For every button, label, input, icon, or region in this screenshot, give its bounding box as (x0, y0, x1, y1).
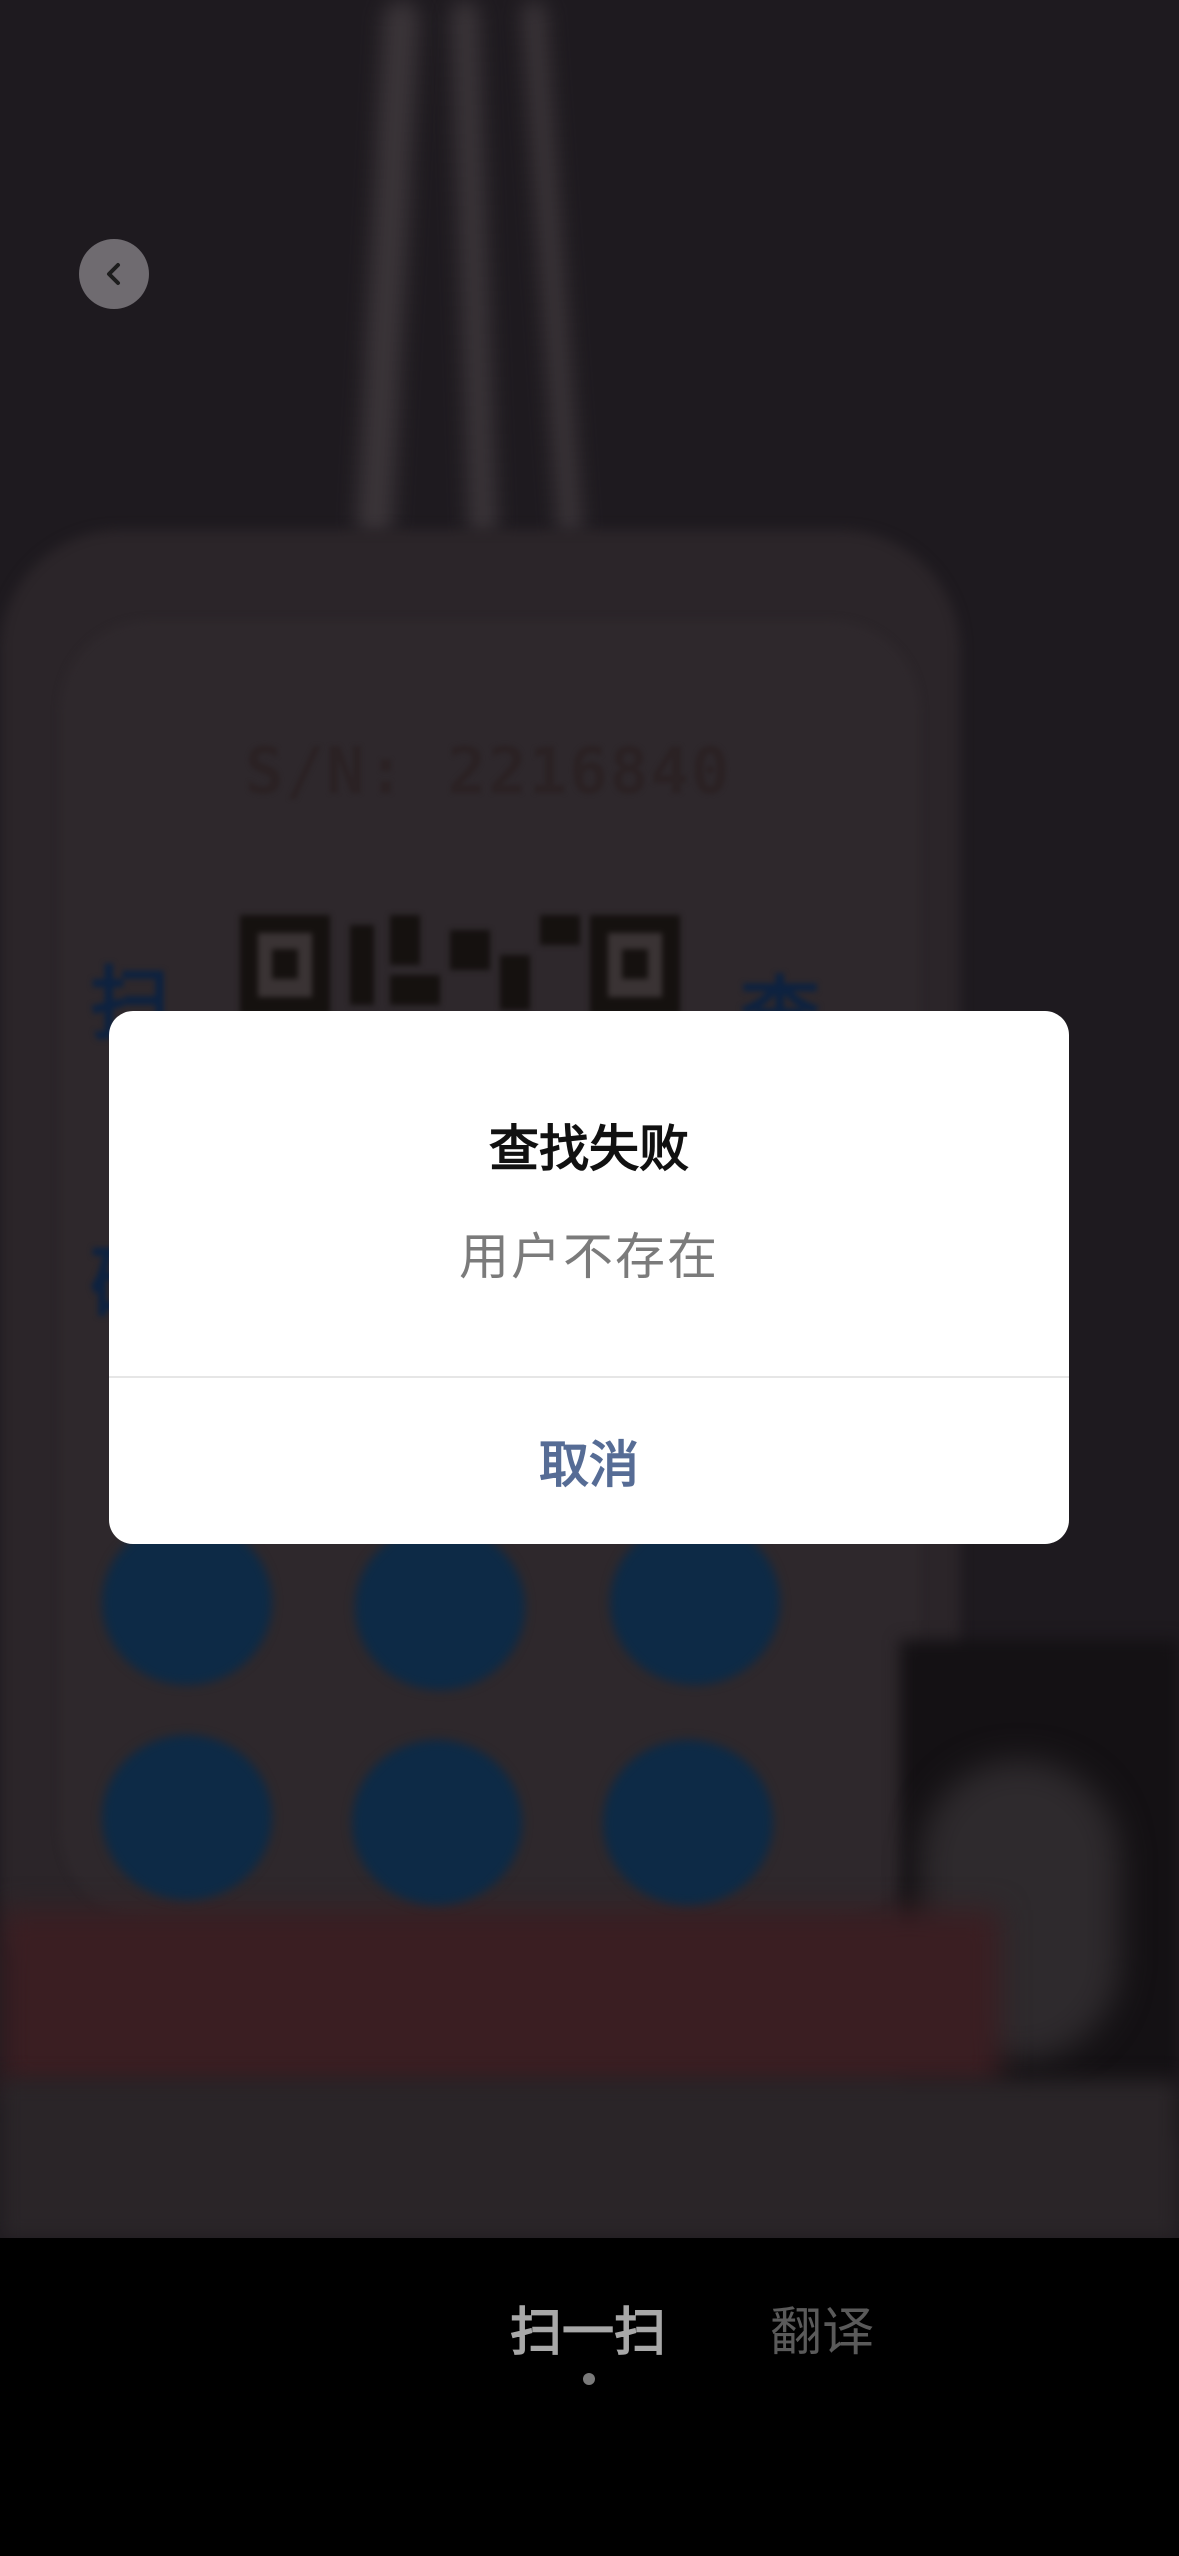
tab-translate[interactable]: 翻译 (770, 2298, 874, 2368)
mode-bar: 扫一扫 翻译 (0, 2238, 1179, 2556)
alert-message: 用户不存在 (459, 1228, 719, 1286)
cancel-button[interactable]: 取消 (109, 1378, 1069, 1544)
tab-scan[interactable]: 扫一扫 (510, 2298, 666, 2368)
active-tab-indicator (583, 2373, 595, 2385)
alert-title: 查找失败 (489, 1120, 689, 1178)
alert-dialog: 查找失败 用户不存在 取消 (109, 1011, 1069, 1544)
